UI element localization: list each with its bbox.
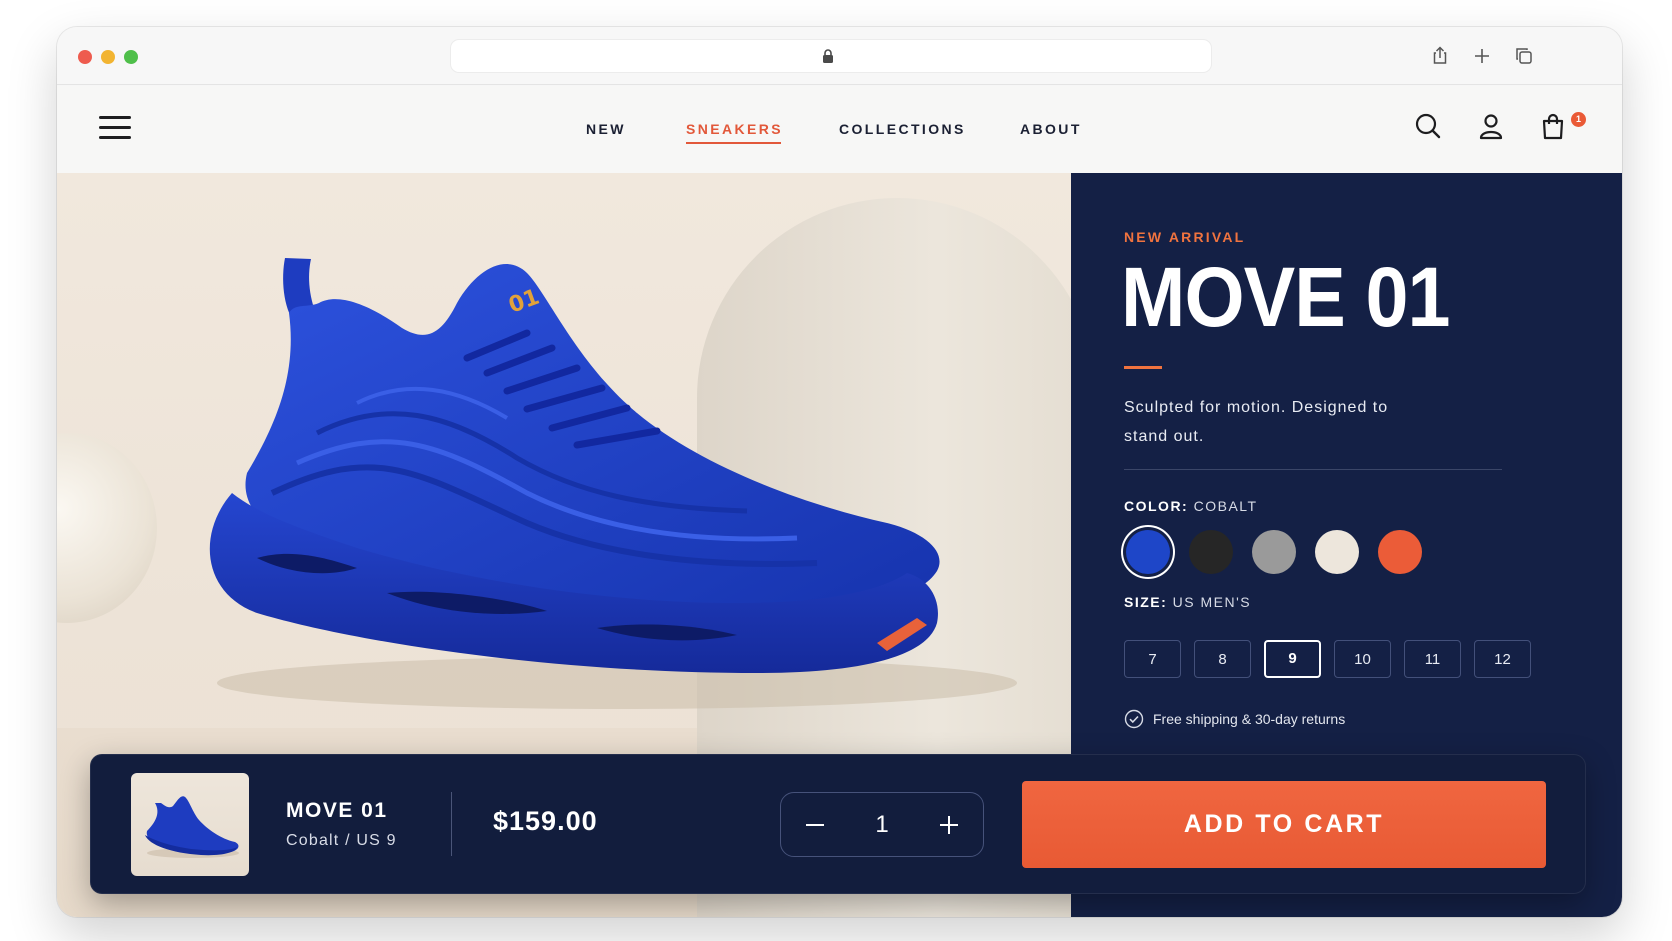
browser-window: NEW SNEAKERS COLLECTIONS ABOUT 01 NEW AR… [57, 27, 1622, 917]
size-option-selected[interactable]: 9 [1264, 640, 1321, 678]
lock-icon [823, 49, 833, 63]
sticky-cart-bar: MOVE 01 Cobalt / US 9 $159.00 1 ADD TO C… [90, 754, 1586, 894]
quantity-stepper: 1 [780, 792, 984, 857]
search-icon[interactable] [1413, 111, 1443, 141]
selected-color-name: COBALT [1193, 498, 1258, 514]
nav-link-sneakers[interactable]: SNEAKERS [686, 121, 783, 144]
increase-quantity-button[interactable] [936, 812, 962, 838]
size-option[interactable]: 10 [1334, 640, 1391, 678]
size-option[interactable]: 11 [1404, 640, 1461, 678]
menu-icon[interactable] [99, 114, 131, 140]
color-swatch-cream[interactable] [1315, 530, 1359, 574]
cart-price: $159.00 [493, 806, 598, 836]
size-option[interactable]: 12 [1474, 640, 1531, 678]
product-tagline: Sculpted for motion. Designed to stand o… [1124, 399, 1389, 445]
cart-bar-divider [451, 792, 452, 856]
check-circle-icon [1124, 709, 1144, 729]
size-option[interactable]: 8 [1194, 640, 1251, 678]
new-arrival-label: NEW ARRIVAL [1124, 229, 1246, 245]
shopping-bag-icon[interactable] [1538, 111, 1568, 141]
account-icon[interactable] [1476, 111, 1506, 141]
nav-link-about[interactable]: ABOUT [1020, 121, 1082, 137]
nav-link-collections[interactable]: COLLECTIONS [839, 121, 966, 137]
color-label: COLOR: COBALT [1124, 498, 1258, 514]
site-header: NEW SNEAKERS COLLECTIONS ABOUT [57, 86, 1622, 173]
size-option[interactable]: 7 [1124, 640, 1181, 678]
shipping-note: Free shipping & 30-day returns [1124, 709, 1345, 729]
nav-link-new[interactable]: NEW [586, 121, 626, 137]
color-swatch-black[interactable] [1189, 530, 1233, 574]
product-title: MOVE 01 [1121, 250, 1450, 344]
maximize-window-button[interactable] [124, 50, 138, 64]
share-icon[interactable] [1428, 44, 1452, 68]
new-tab-icon[interactable] [1470, 44, 1494, 68]
add-to-cart-button[interactable]: ADD TO CART [1022, 781, 1546, 868]
minimize-window-button[interactable] [101, 50, 115, 64]
product-thumbnail [131, 773, 249, 876]
cart-count-badge: 1 [1571, 112, 1586, 127]
close-window-button[interactable] [78, 50, 92, 64]
cart-product-variant: Cobalt / US 9 [286, 832, 397, 849]
tabs-overview-icon[interactable] [1512, 44, 1536, 68]
color-swatch-gray[interactable] [1252, 530, 1296, 574]
size-label: SIZE: US MEN'S [1124, 594, 1252, 610]
title-accent-rule [1124, 366, 1162, 369]
section-divider [1124, 469, 1502, 470]
address-bar[interactable] [450, 39, 1212, 73]
cart-product-name: MOVE 01 [286, 799, 388, 822]
size-system: US MEN'S [1172, 594, 1252, 610]
color-swatch-cobalt[interactable] [1126, 530, 1170, 574]
browser-toolbar [57, 27, 1622, 85]
color-swatch-orange[interactable] [1378, 530, 1422, 574]
